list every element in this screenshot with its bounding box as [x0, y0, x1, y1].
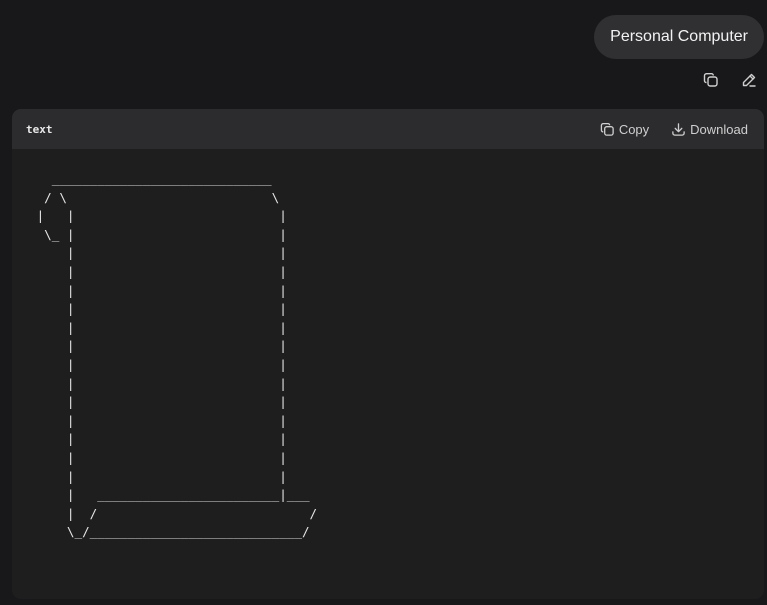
copy-icon — [703, 73, 718, 87]
download-icon — [672, 122, 685, 136]
ascii-art-text: _____________________________ / \ \ | | … — [36, 171, 318, 540]
message-actions — [701, 70, 759, 90]
code-block-header: text Copy Download — [12, 109, 764, 149]
chat-page: Personal Computer text Copy Download ___… — [0, 0, 767, 605]
copy-icon — [600, 122, 614, 136]
download-code-button[interactable]: Download — [671, 122, 748, 137]
pencil-icon — [742, 73, 756, 87]
download-code-label: Download — [690, 121, 748, 137]
code-body: _____________________________ / \ \ | | … — [12, 149, 764, 542]
edit-message-button[interactable] — [739, 70, 759, 90]
code-block-tools: Copy Download — [600, 122, 748, 137]
user-message-text: Personal Computer — [610, 28, 748, 45]
copy-code-button[interactable]: Copy — [600, 122, 649, 137]
user-message-bubble: Personal Computer — [594, 15, 764, 59]
code-block: text Copy Download _____________________… — [12, 109, 764, 599]
copy-code-label: Copy — [618, 121, 650, 137]
copy-message-button[interactable] — [701, 70, 721, 90]
code-language-label: text — [26, 122, 53, 136]
